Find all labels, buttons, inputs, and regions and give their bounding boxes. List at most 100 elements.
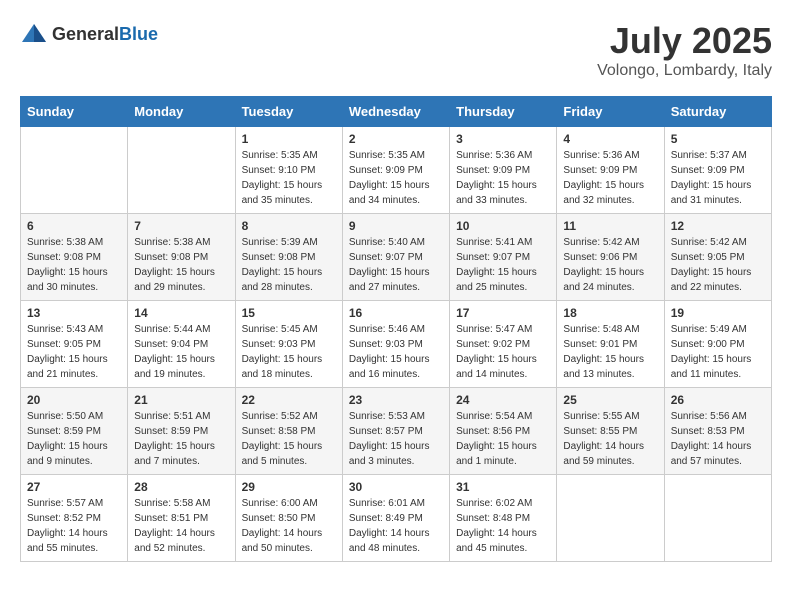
day-info: Sunrise: 5:40 AM Sunset: 9:07 PM Dayligh…: [349, 235, 443, 295]
day-info: Sunrise: 5:57 AM Sunset: 8:52 PM Dayligh…: [27, 496, 121, 556]
calendar-cell: 5 Sunrise: 5:37 AM Sunset: 9:09 PM Daylig…: [664, 127, 771, 214]
day-number: 13: [27, 306, 121, 320]
day-number: 29: [242, 480, 336, 494]
day-number: 17: [456, 306, 550, 320]
day-info: Sunrise: 5:44 AM Sunset: 9:04 PM Dayligh…: [134, 322, 228, 382]
day-info: Sunrise: 5:45 AM Sunset: 9:03 PM Dayligh…: [242, 322, 336, 382]
day-info: Sunrise: 5:35 AM Sunset: 9:10 PM Dayligh…: [242, 148, 336, 208]
calendar-cell: 6Sunrise: 5:38 AM Sunset: 9:08 PM Daylig…: [21, 214, 128, 301]
calendar-cell: 24Sunrise: 5:54 AM Sunset: 8:56 PM Dayli…: [450, 388, 557, 475]
calendar-cell: 7Sunrise: 5:38 AM Sunset: 9:08 PM Daylig…: [128, 214, 235, 301]
day-info: Sunrise: 5:55 AM Sunset: 8:55 PM Dayligh…: [563, 409, 657, 469]
calendar-header-wednesday: Wednesday: [342, 97, 449, 127]
calendar-cell: 30 Sunrise: 6:01 AM Sunset: 8:49 PM Dayli…: [342, 475, 449, 562]
calendar-week-0: 1Sunrise: 5:35 AM Sunset: 9:10 PM Daylig…: [21, 127, 772, 214]
calendar-cell: 25 Sunrise: 5:55 AM Sunset: 8:55 PM Dayli…: [557, 388, 664, 475]
day-number: 15: [242, 306, 336, 320]
calendar-cell: 11Sunrise: 5:42 AM Sunset: 9:06 PM Dayli…: [557, 214, 664, 301]
calendar-week-1: 6Sunrise: 5:38 AM Sunset: 9:08 PM Daylig…: [21, 214, 772, 301]
calendar-cell: 19 Sunrise: 5:49 AM Sunset: 9:00 PM Dayli…: [664, 301, 771, 388]
day-info: Sunrise: 6:01 AM Sunset: 8:49 PM Dayligh…: [349, 496, 443, 556]
day-info: Sunrise: 5:37 AM Sunset: 9:09 PM Dayligh…: [671, 148, 765, 208]
day-number: 14: [134, 306, 228, 320]
day-info: Sunrise: 5:53 AM Sunset: 8:57 PM Dayligh…: [349, 409, 443, 469]
calendar-cell: 20Sunrise: 5:50 AM Sunset: 8:59 PM Dayli…: [21, 388, 128, 475]
calendar-cell: 9 Sunrise: 5:40 AM Sunset: 9:07 PM Daylig…: [342, 214, 449, 301]
day-number: 24: [456, 393, 550, 407]
calendar-cell: 8 Sunrise: 5:39 AM Sunset: 9:08 PM Daylig…: [235, 214, 342, 301]
day-number: 26: [671, 393, 765, 407]
logo-icon: [20, 20, 48, 48]
calendar-cell: 23 Sunrise: 5:53 AM Sunset: 8:57 PM Dayli…: [342, 388, 449, 475]
day-info: Sunrise: 5:35 AM Sunset: 9:09 PM Dayligh…: [349, 148, 443, 208]
day-info: Sunrise: 5:42 AM Sunset: 9:05 PM Dayligh…: [671, 235, 765, 295]
day-number: 22: [242, 393, 336, 407]
day-info: Sunrise: 5:51 AM Sunset: 8:59 PM Dayligh…: [134, 409, 228, 469]
day-info: Sunrise: 5:58 AM Sunset: 8:51 PM Dayligh…: [134, 496, 228, 556]
calendar-cell: 1Sunrise: 5:35 AM Sunset: 9:10 PM Daylig…: [235, 127, 342, 214]
day-info: Sunrise: 5:38 AM Sunset: 9:08 PM Dayligh…: [134, 235, 228, 295]
calendar-cell: [21, 127, 128, 214]
calendar-cell: 27 Sunrise: 5:57 AM Sunset: 8:52 PM Dayli…: [21, 475, 128, 562]
day-number: 5: [671, 132, 765, 146]
calendar-cell: 29Sunrise: 6:00 AM Sunset: 8:50 PM Dayli…: [235, 475, 342, 562]
day-number: 31: [456, 480, 550, 494]
day-info: Sunrise: 5:52 AM Sunset: 8:58 PM Dayligh…: [242, 409, 336, 469]
page-header: General Blue July 2025 Volongo, Lombardy…: [20, 20, 772, 80]
calendar-cell: [557, 475, 664, 562]
day-info: Sunrise: 5:48 AM Sunset: 9:01 PM Dayligh…: [563, 322, 657, 382]
day-info: Sunrise: 5:56 AM Sunset: 8:53 PM Dayligh…: [671, 409, 765, 469]
calendar-week-3: 20Sunrise: 5:50 AM Sunset: 8:59 PM Dayli…: [21, 388, 772, 475]
day-number: 9: [349, 219, 443, 233]
logo: General Blue: [20, 20, 158, 48]
calendar-cell: 10Sunrise: 5:41 AM Sunset: 9:07 PM Dayli…: [450, 214, 557, 301]
day-info: Sunrise: 5:39 AM Sunset: 9:08 PM Dayligh…: [242, 235, 336, 295]
day-number: 8: [242, 219, 336, 233]
month-title: July 2025: [597, 20, 772, 62]
day-info: Sunrise: 5:43 AM Sunset: 9:05 PM Dayligh…: [27, 322, 121, 382]
calendar-cell: 17 Sunrise: 5:47 AM Sunset: 9:02 PM Dayli…: [450, 301, 557, 388]
day-info: Sunrise: 5:41 AM Sunset: 9:07 PM Dayligh…: [456, 235, 550, 295]
day-number: 25: [563, 393, 657, 407]
day-number: 27: [27, 480, 121, 494]
day-number: 30: [349, 480, 443, 494]
day-number: 19: [671, 306, 765, 320]
title-area: July 2025 Volongo, Lombardy, Italy: [597, 20, 772, 80]
calendar-header-thursday: Thursday: [450, 97, 557, 127]
day-number: 4: [563, 132, 657, 146]
calendar-cell: 28 Sunrise: 5:58 AM Sunset: 8:51 PM Dayli…: [128, 475, 235, 562]
day-info: Sunrise: 5:38 AM Sunset: 9:08 PM Dayligh…: [27, 235, 121, 295]
calendar-cell: 22 Sunrise: 5:52 AM Sunset: 8:58 PM Dayli…: [235, 388, 342, 475]
calendar-cell: 14 Sunrise: 5:44 AM Sunset: 9:04 PM Dayli…: [128, 301, 235, 388]
calendar-table: SundayMondayTuesdayWednesdayThursdayFrid…: [20, 96, 772, 562]
calendar-header-tuesday: Tuesday: [235, 97, 342, 127]
day-info: Sunrise: 5:47 AM Sunset: 9:02 PM Dayligh…: [456, 322, 550, 382]
calendar-cell: 3 Sunrise: 5:36 AM Sunset: 9:09 PM Daylig…: [450, 127, 557, 214]
calendar-header-row: SundayMondayTuesdayWednesdayThursdayFrid…: [21, 97, 772, 127]
day-number: 2: [349, 132, 443, 146]
calendar-week-4: 27 Sunrise: 5:57 AM Sunset: 8:52 PM Dayli…: [21, 475, 772, 562]
calendar-cell: 15 Sunrise: 5:45 AM Sunset: 9:03 PM Dayli…: [235, 301, 342, 388]
calendar-cell: [128, 127, 235, 214]
day-number: 18: [563, 306, 657, 320]
calendar-cell: 4 Sunrise: 5:36 AM Sunset: 9:09 PM Daylig…: [557, 127, 664, 214]
logo-text-general: General: [52, 24, 119, 45]
calendar-cell: 12 Sunrise: 5:42 AM Sunset: 9:05 PM Dayli…: [664, 214, 771, 301]
calendar-week-2: 13 Sunrise: 5:43 AM Sunset: 9:05 PM Dayli…: [21, 301, 772, 388]
calendar-cell: 21Sunrise: 5:51 AM Sunset: 8:59 PM Dayli…: [128, 388, 235, 475]
day-info: Sunrise: 5:36 AM Sunset: 9:09 PM Dayligh…: [563, 148, 657, 208]
day-info: Sunrise: 5:49 AM Sunset: 9:00 PM Dayligh…: [671, 322, 765, 382]
calendar-header-friday: Friday: [557, 97, 664, 127]
day-number: 23: [349, 393, 443, 407]
calendar-cell: 18 Sunrise: 5:48 AM Sunset: 9:01 PM Dayli…: [557, 301, 664, 388]
day-number: 28: [134, 480, 228, 494]
calendar-cell: 26 Sunrise: 5:56 AM Sunset: 8:53 PM Dayli…: [664, 388, 771, 475]
calendar-header-sunday: Sunday: [21, 97, 128, 127]
location-title: Volongo, Lombardy, Italy: [597, 62, 772, 80]
day-number: 16: [349, 306, 443, 320]
day-number: 3: [456, 132, 550, 146]
day-info: Sunrise: 5:36 AM Sunset: 9:09 PM Dayligh…: [456, 148, 550, 208]
day-number: 12: [671, 219, 765, 233]
calendar-cell: 2 Sunrise: 5:35 AM Sunset: 9:09 PM Daylig…: [342, 127, 449, 214]
calendar-cell: [664, 475, 771, 562]
